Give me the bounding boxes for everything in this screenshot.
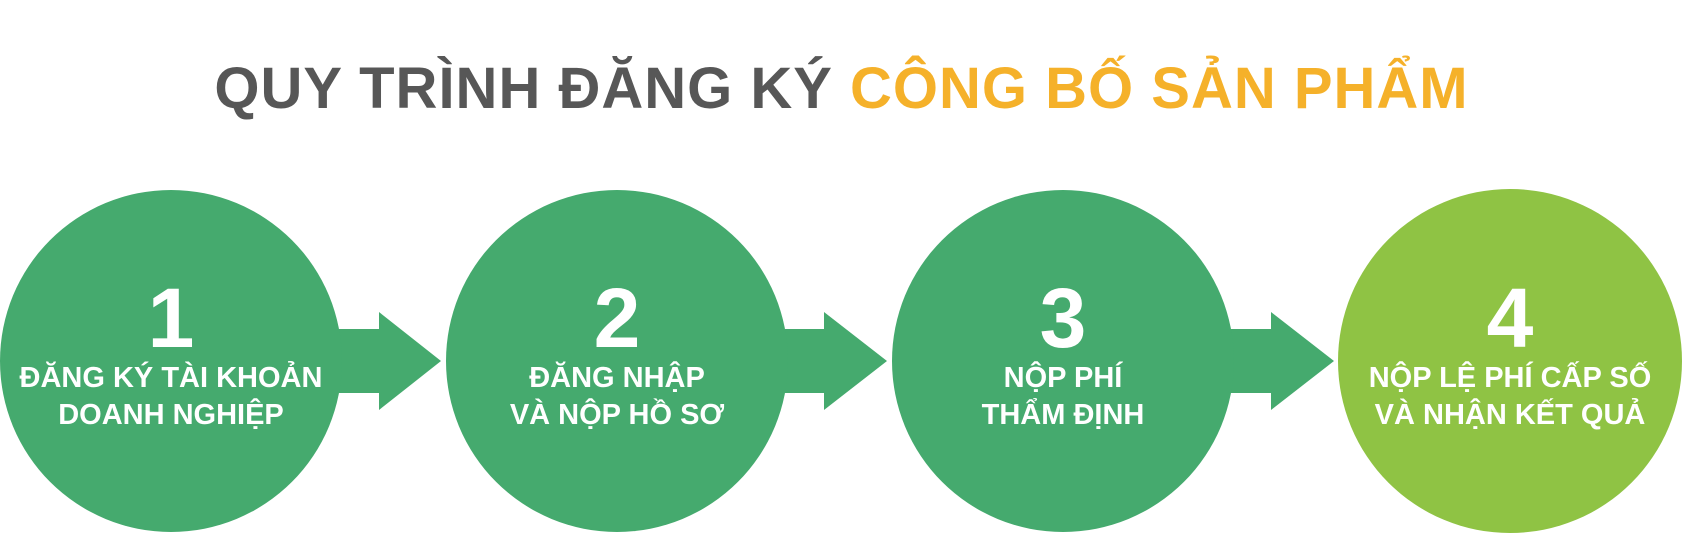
step-1-number: 1 [147, 271, 195, 365]
step-2: 2 ĐĂNG NHẬP VÀ NỘP HỒ SƠ [457, 276, 777, 434]
step-2-label-line-2: VÀ NỘP HỒ SƠ [509, 399, 725, 431]
step-3: 3 NỘP PHÍ THẨM ĐỊNH [903, 276, 1223, 434]
step-2-number: 2 [593, 271, 641, 365]
step-1: 1 ĐĂNG KÝ TÀI KHOẢN DOANH NGHIỆP [11, 276, 331, 434]
step-4: 4 NỘP LỆ PHÍ CẤP SỐ VÀ NHẬN KẾT QUẢ [1350, 276, 1670, 434]
step-4-label-line-1: NỘP LỆ PHÍ CẤP SỐ [1368, 362, 1652, 394]
step-3-number: 3 [1039, 271, 1087, 365]
step-1-label-line-2: DOANH NGHIỆP [58, 399, 284, 431]
step-4-label-line-2: VÀ NHẬN KẾT QUẢ [1374, 399, 1646, 431]
step-3-label-line-1: NỘP PHÍ [1003, 362, 1123, 394]
step-1-label-line-1: ĐĂNG KÝ TÀI KHOẢN [19, 362, 323, 394]
process-flow [0, 189, 1682, 533]
step-4-number: 4 [1486, 271, 1534, 365]
step-3-label-line-2: THẨM ĐỊNH [981, 399, 1145, 431]
step-2-label-line-1: ĐĂNG NHẬP [529, 362, 705, 394]
